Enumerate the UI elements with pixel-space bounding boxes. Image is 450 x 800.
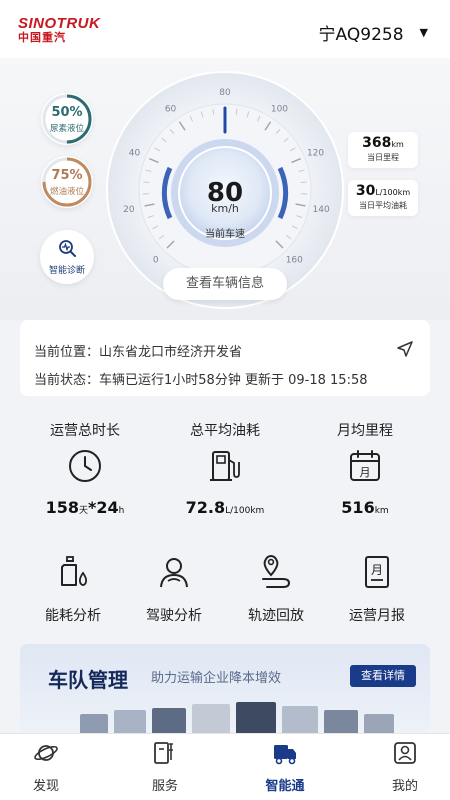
metrics-section: 运营总时长 158天*24h 总平均油耗 72.8L/100km 月均里程 月 …: [20, 420, 430, 520]
truck-fleet-image: [80, 702, 394, 736]
metric-monthly-mileage: 月均里程 月 516km: [300, 420, 430, 517]
logo-text-cn: 中国重汽: [18, 31, 66, 44]
route-pin-icon: [262, 554, 291, 588]
gauge-tick-label: 80: [219, 88, 231, 98]
location-value: 山东省龙口市经济开发省: [99, 345, 243, 360]
metric-avg-fuel: 总平均油耗 72.8L/100km: [160, 420, 290, 517]
fleet-subtitle: 助力运输企业降本增效: [151, 671, 282, 686]
truck-icon: [274, 745, 296, 765]
status-row: 当前状态：车辆已运行1小时58分钟 更新于 09-18 15:58: [34, 369, 368, 388]
monthly-report-button[interactable]: 月 运营月报: [327, 555, 427, 625]
calendar-icon: 月: [350, 450, 380, 481]
metric-title: 总平均油耗: [190, 423, 260, 439]
sinotruk-logo: SINOTRUK 中国重汽: [18, 16, 100, 44]
bottom-tab-bar: 发现 服务 智能通 我的: [0, 733, 450, 800]
planet-icon: [34, 745, 58, 761]
tab-label: 我的: [391, 779, 418, 794]
navigation-arrow-icon[interactable]: [396, 340, 414, 358]
tab-service[interactable]: 服务: [125, 740, 205, 794]
metric-total-hours: 运营总时长 158天*24h: [20, 420, 150, 517]
urea-level-percent: 50%: [51, 105, 83, 120]
daily-fuel-value: 30: [355, 183, 376, 199]
daily-fuel-unit: L/100km: [375, 188, 411, 197]
tab-label: 服务: [151, 779, 178, 794]
urea-level-indicator[interactable]: 50% 尿素液位: [41, 93, 93, 145]
gauge-tick-label: 40: [129, 148, 141, 158]
daily-fuel-label: 当日平均油耗: [359, 201, 407, 210]
status-value: 车辆已运行1小时58分钟: [99, 373, 241, 388]
energy-analysis-button[interactable]: 能耗分析: [23, 555, 123, 625]
svg-text:月: 月: [360, 466, 371, 479]
caret-down-icon: ▼: [419, 26, 428, 39]
gauge-tick: [300, 181, 307, 184]
speed-label: 当前车速: [205, 229, 245, 240]
action-label: 驾驶分析: [146, 608, 202, 624]
urea-level-label: 尿素液位: [49, 124, 84, 134]
metric-unit: L/100km: [225, 506, 265, 516]
daily-mileage-label: 当日里程: [367, 153, 399, 162]
update-time: 更新于 09-18 15:58: [244, 373, 368, 388]
driving-analysis-button[interactable]: 驾驶分析: [124, 555, 224, 625]
daily-mileage-value: 368: [362, 135, 392, 151]
profile-icon: [394, 742, 416, 764]
tab-label: 发现: [32, 779, 59, 794]
vehicle-selector[interactable]: 宁AQ9258 ▼: [319, 20, 428, 45]
fuel-level-percent: 75%: [51, 168, 83, 183]
service-icon: [154, 742, 173, 764]
track-playback-button[interactable]: 轨迹回放: [226, 554, 326, 625]
smart-diagnosis-button[interactable]: 智能诊断: [40, 230, 94, 284]
metric-value: 158: [45, 498, 80, 517]
diagnosis-label: 智能诊断: [48, 266, 85, 276]
fuel-level-indicator[interactable]: 75% 燃油液位: [41, 156, 93, 208]
action-label: 能耗分析: [45, 608, 101, 624]
driver-icon: [160, 558, 188, 588]
gauge-tick: [143, 181, 150, 184]
metric-unit-b: h: [118, 506, 125, 516]
svg-text:月: 月: [371, 563, 383, 577]
action-label: 运营月报: [349, 608, 405, 624]
fleet-title: 车队管理: [48, 668, 128, 692]
metric-value: 72.8: [185, 498, 226, 517]
clock-icon: [69, 450, 101, 482]
gauge-tick-label: 140: [313, 205, 330, 215]
top-bar: SINOTRUK 中国重汽 宁AQ9258 ▼: [0, 0, 450, 58]
location-label: 当前位置：: [34, 345, 100, 360]
speed-unit: km/h: [211, 202, 239, 215]
metric-unit: km: [374, 506, 389, 516]
oil-bottle-icon: [61, 556, 88, 586]
status-label: 当前状态：: [34, 373, 100, 388]
action-label: 轨迹回放: [248, 608, 304, 624]
fleet-management-banner[interactable]: 车队管理 助力运输企业降本增效 查看详情: [20, 644, 430, 736]
metric-value-b: *24: [88, 498, 119, 517]
gauge-tick-label: 160: [286, 255, 303, 265]
fuel-pump-icon: [210, 451, 240, 481]
daily-mileage-box: 368km 当日里程: [348, 132, 418, 168]
metric-unit: 天: [79, 506, 89, 516]
vehicle-status-card: 当前位置：山东省龙口市经济开发省 当前状态：车辆已运行1小时58分钟 更新于 0…: [20, 320, 430, 396]
gauge-tick-label: 100: [271, 105, 288, 115]
daily-fuel-box: 30L/100km 当日平均油耗: [348, 180, 418, 216]
gauge-tick-label: 120: [307, 148, 324, 158]
tab-mine[interactable]: 我的: [365, 740, 445, 794]
dashboard-panel: 0 20 40 60 80 100 120 140 160 80 km/h 当前车速 50% 尿…: [0, 58, 450, 320]
view-details-button[interactable]: 查看详情: [350, 665, 416, 687]
fuel-level-label: 燃油液位: [49, 187, 84, 197]
gauge-tick-label: 60: [165, 105, 177, 115]
metric-title: 月均里程: [337, 423, 393, 439]
plate-number: 宁AQ9258: [318, 25, 404, 45]
quick-actions: 能耗分析 驾驶分析 轨迹回放 月 运营月报: [20, 554, 430, 625]
gauge-tick-label: 0: [153, 255, 159, 265]
gauge-tick-label: 20: [123, 205, 135, 215]
tab-smart[interactable]: 智能通: [245, 740, 325, 794]
view-vehicle-info-button[interactable]: 查看车辆信息: [163, 268, 287, 300]
metric-title: 运营总时长: [50, 423, 120, 439]
report-icon: 月: [365, 556, 389, 588]
tab-label: 智能通: [265, 779, 305, 794]
daily-mileage-unit: km: [391, 140, 404, 149]
tab-discover[interactable]: 发现: [6, 740, 86, 794]
diagnosis-icon: [59, 240, 76, 257]
location-row: 当前位置：山东省龙口市经济开发省: [34, 341, 242, 360]
metric-value: 516: [341, 498, 375, 517]
logo-text-en: SINOTRUK: [18, 15, 101, 32]
